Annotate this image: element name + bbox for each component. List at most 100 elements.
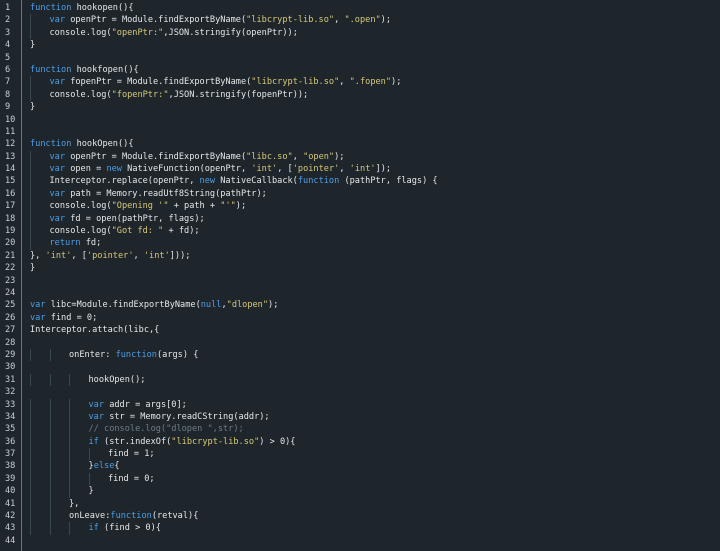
code-line[interactable]: 8 console.log("fopenPtr:",JSON.stringify(… (0, 88, 308, 102)
line-number: 3 (5, 27, 11, 38)
line-number: 26 (5, 312, 16, 323)
indent-guide (49, 460, 51, 473)
code-line[interactable]: 38}else{ (0, 460, 120, 473)
keyword-token: var (49, 164, 66, 175)
code-line[interactable]: 28 (0, 337, 21, 349)
indent-guide (69, 522, 70, 535)
indent-guide (30, 175, 31, 188)
code-token: ) > 0){ (259, 436, 296, 447)
code-text: hookOpen(); (89, 374, 146, 386)
code-line[interactable]: 4} (0, 39, 35, 51)
code-line[interactable]: 29 onEnter: function(args) { (0, 348, 198, 362)
indent-guide (69, 435, 70, 449)
keyword-token: function (30, 64, 72, 75)
code-text: var str = Memory.readCString(addr); (89, 411, 270, 423)
code-line[interactable]: 16 var path = Memory.readUtf8String(pathP… (0, 187, 267, 201)
code-line[interactable]: 22} (0, 262, 35, 274)
line-number: 36 (5, 436, 16, 447)
indent-guide (49, 410, 51, 424)
code-text: var path = Memory.readUtf8String(pathPtr… (50, 188, 267, 200)
string-token: "libcrypt-lib.so" (246, 15, 335, 26)
keyword-token: new (106, 164, 122, 175)
code-line[interactable]: 31 hookOpen(); (0, 373, 145, 387)
code-line[interactable]: 26 var find = 0; (0, 312, 97, 324)
code-line[interactable]: 36 if (str.indexOf("libcrypt-lib.so") > 0… (0, 435, 295, 449)
indent-guide (30, 348, 31, 362)
code-line[interactable]: 2 var openPtr = Module.findExportByName("… (0, 14, 391, 27)
code-line[interactable]: 19 console.log("Got fd: " + fd); (0, 225, 200, 238)
code-line[interactable]: 17 console.log("Opening '" + path + "'"); (0, 200, 246, 213)
code-token: console.log( (49, 89, 112, 100)
code-line[interactable]: 34 var str = Memory.readCString(addr); (0, 410, 270, 424)
keyword-token: var (30, 312, 46, 323)
code-token: Interceptor.attach(libc,{ (30, 325, 160, 336)
code-line[interactable]: 27 Interceptor.attach(libc,{ (0, 324, 159, 336)
code-line[interactable]: 12 function hookOpen(){ (0, 138, 134, 150)
code-text: var fopenPtr = Module.findExportByName("… (50, 76, 402, 88)
code-token: find = 0; (108, 473, 155, 484)
string-token: "fopenPtr:" (111, 89, 169, 100)
code-token: , (339, 164, 350, 175)
code-line[interactable]: 23 (0, 275, 21, 287)
line-number: 24 (5, 287, 16, 298)
code-line[interactable]: 14 var open = new NativeFunction(openPtr,… (0, 163, 391, 176)
code-line[interactable]: 3 console.log("openPtr:",JSON.stringify(o… (0, 26, 298, 40)
code-text: if (str.indexOf("libcrypt-lib.so") > 0){ (89, 436, 296, 448)
string-token: ".fopen" (349, 77, 392, 88)
code-editor[interactable]: 1 function hookopen(){2 var openPtr = Modu… (0, 0, 720, 551)
code-line[interactable]: 1 function hookopen(){ (0, 2, 134, 14)
indent-guide (30, 88, 31, 102)
code-token: , (292, 151, 304, 162)
code-token: }, (30, 250, 46, 261)
code-line[interactable]: 43 if (find > 0){ (0, 522, 161, 535)
code-lines[interactable]: 1 function hookopen(){2 var openPtr = Modu… (0, 2, 438, 547)
code-line[interactable]: 25 var libc=Module.findExportByName(null,… (0, 299, 278, 311)
keyword-token: if (88, 436, 99, 447)
code-token: } (30, 40, 36, 51)
comment-token: // console.log("dlopen ",str); (88, 424, 244, 435)
line-number: 5 (5, 52, 11, 63)
code-line[interactable]: 44 (0, 535, 21, 547)
code-line[interactable]: 7 var fopenPtr = Module.findExportByName(… (0, 76, 401, 89)
code-text: var openPtr = Module.findExportByName("l… (50, 14, 392, 26)
string-token: 'int' (349, 164, 376, 175)
line-number: 20 (5, 238, 16, 249)
code-line[interactable]: 24 (0, 287, 21, 299)
string-token: ".open" (344, 15, 381, 26)
code-line[interactable]: 5 (0, 52, 21, 64)
line-number: 35 (5, 424, 16, 435)
indent-guide (30, 497, 31, 511)
code-line[interactable]: 41}, (0, 497, 79, 511)
code-line[interactable]: 33 var addr = args[0]; (0, 398, 187, 411)
code-line[interactable]: 40} (0, 485, 94, 498)
line-number: 1 (5, 3, 11, 13)
code-line[interactable]: 39 find = 0; (0, 472, 155, 486)
code-line[interactable]: 35 // console.log("dlopen ",str); (0, 423, 244, 436)
code-line[interactable]: 21}, 'int', ['pointer', 'int'])); (0, 250, 190, 262)
code-token: libc=Module.findExportByName( (45, 300, 201, 311)
keyword-token: else (93, 461, 115, 472)
indent-guide (49, 448, 51, 461)
code-line[interactable]: 9} (0, 101, 35, 113)
code-line[interactable]: 37 find = 1; (0, 448, 155, 461)
code-line[interactable]: 30 (0, 361, 21, 373)
code-token: open = (65, 164, 107, 175)
line-number: 9 (5, 102, 11, 113)
code-line[interactable]: 18 var fd = open(pathPtr, flags); (0, 212, 205, 226)
line-number: 11 (5, 126, 16, 137)
indent-guide (30, 472, 31, 486)
code-token: , [ (71, 250, 87, 261)
code-line[interactable]: 32 (0, 386, 21, 398)
code-line[interactable]: 13 var openPtr = Module.findExportByName(… (0, 150, 344, 164)
indent-guide (69, 472, 70, 486)
code-token: ); (268, 300, 279, 311)
code-line[interactable]: 10 (0, 114, 21, 126)
code-line[interactable]: 42 onLeave:function(retval){ (0, 510, 198, 523)
line-number: 30 (5, 362, 16, 373)
code-line[interactable]: 15 Interceptor.replace(openPtr, new Nativ… (0, 175, 438, 188)
code-line[interactable]: 6 function hookfopen(){ (0, 64, 139, 76)
code-line[interactable]: 11 (0, 126, 21, 138)
code-line[interactable]: 20 return fd; (0, 237, 101, 250)
indent-guide (49, 497, 51, 511)
code-token: ]); (375, 164, 392, 175)
